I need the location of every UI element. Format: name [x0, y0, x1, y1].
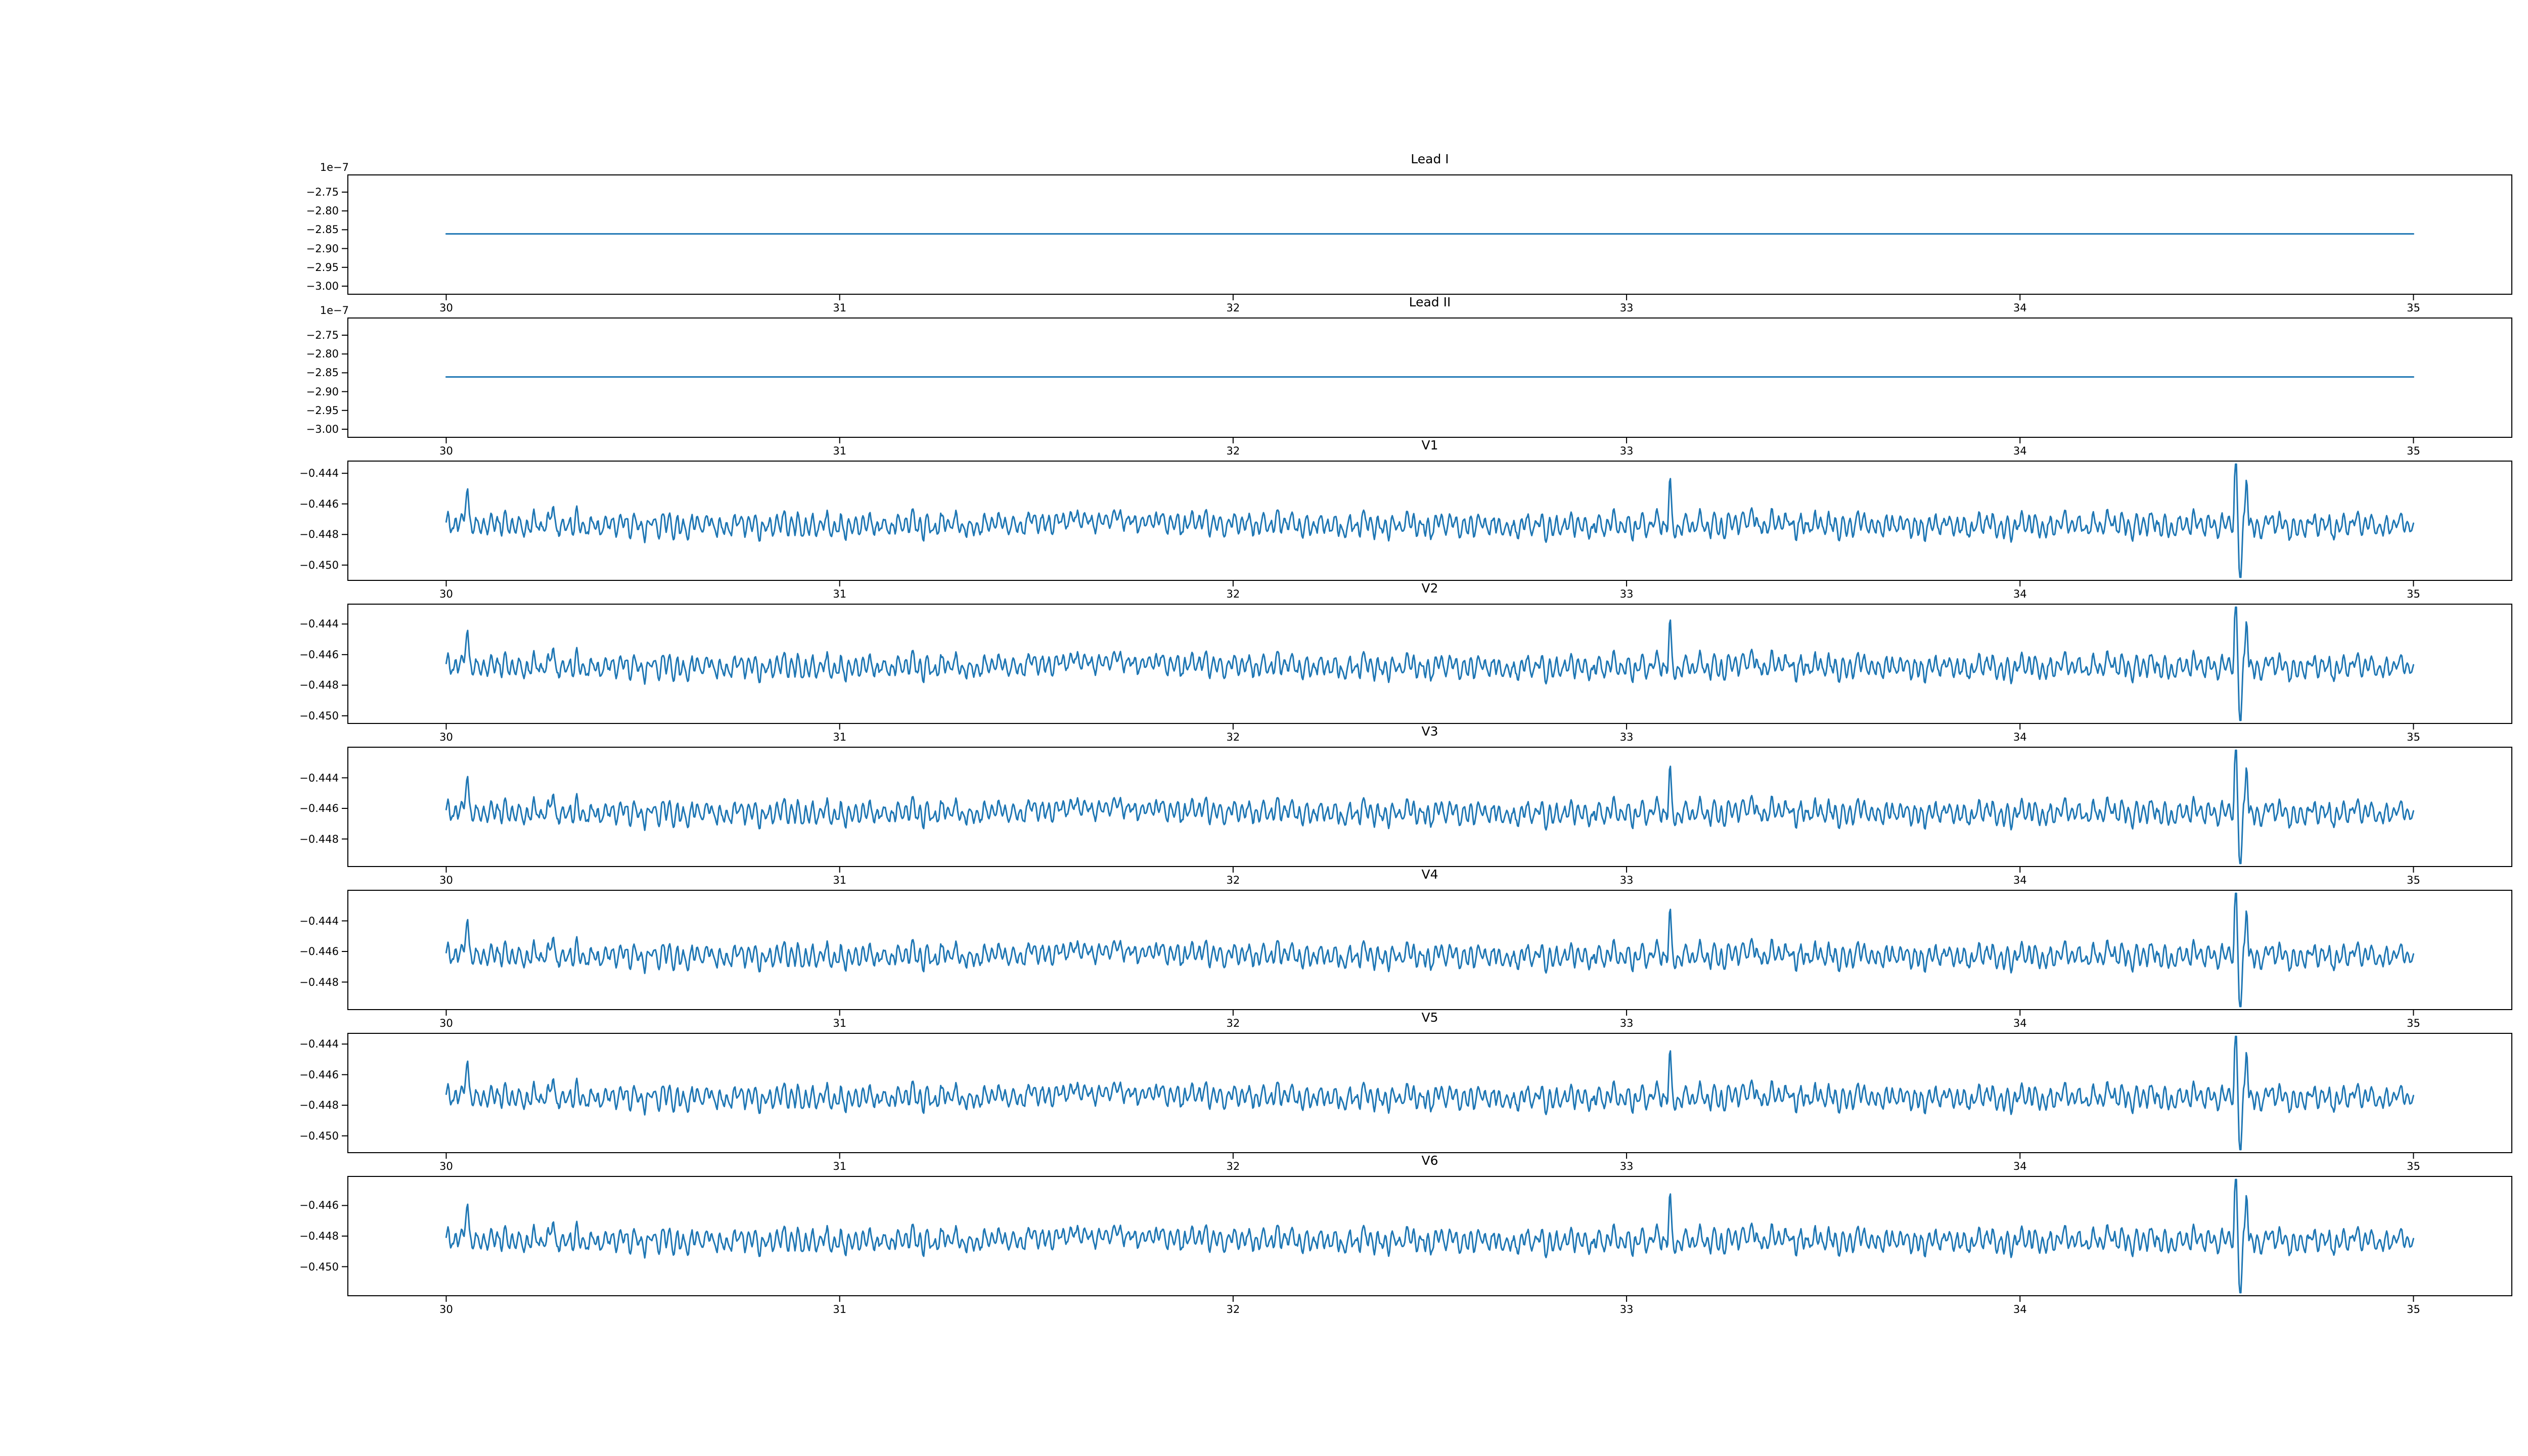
- subplot-title: Lead II: [1409, 295, 1451, 309]
- subplot-title: V4: [1421, 867, 1438, 882]
- y-tick-label: −2.75: [306, 186, 339, 198]
- y-tick-label: −0.446: [299, 802, 339, 815]
- plot-canvas: [342, 317, 2512, 443]
- waveform-line: [445, 892, 2414, 1008]
- y-tick-label: −0.444: [299, 1038, 339, 1051]
- y-tick-label: −0.446: [299, 945, 339, 958]
- y-tick-label: −3.00: [306, 280, 339, 292]
- x-tick-label: 31: [833, 1303, 847, 1315]
- y-tick-label: −2.85: [306, 367, 339, 379]
- subplot-title: V5: [1421, 1010, 1438, 1025]
- subplot-title: V1: [1421, 438, 1438, 452]
- y-tick-label: −0.448: [299, 1099, 339, 1112]
- x-tick-label: 35: [2407, 1303, 2420, 1315]
- plot-canvas: [342, 174, 2512, 300]
- subplot-title: V2: [1421, 581, 1438, 596]
- y-tick-label: −0.450: [299, 709, 339, 722]
- y-tick-label: −0.448: [299, 1230, 339, 1242]
- y-tick-label: −0.446: [299, 648, 339, 661]
- y-tick-label: −0.446: [299, 497, 339, 510]
- y-tick-label: −0.444: [299, 618, 339, 630]
- y-tick-label: −2.95: [306, 404, 339, 417]
- subplot-title: Lead I: [1411, 152, 1449, 166]
- y-tick-label: −2.80: [306, 205, 339, 217]
- y-tick-label: −0.446: [299, 1068, 339, 1081]
- y-tick-label: −2.85: [306, 223, 339, 236]
- x-tick-label: 33: [1619, 1303, 1634, 1315]
- plot-canvas: [342, 604, 2512, 730]
- y-tick-label: −0.448: [299, 679, 339, 692]
- x-tick-label: 30: [439, 1303, 453, 1315]
- subplot-title: V6: [1421, 1153, 1438, 1168]
- plot-canvas: [342, 461, 2512, 586]
- y-tick-label: −2.90: [306, 385, 339, 398]
- waveform-line: [445, 1178, 2414, 1294]
- y-tick-label: −3.00: [306, 423, 339, 435]
- plot-canvas: [342, 890, 2512, 1016]
- y-tick-label: −2.95: [306, 261, 339, 274]
- y-tick-label: −0.444: [299, 467, 339, 480]
- waveform-line: [445, 1035, 2414, 1151]
- ecg-multilead-figure: Lead I 1e−7 −2.75 −2.80 −2.85 −2.90 −2.95 −3.…: [0, 0, 2528, 1456]
- y-tick-label: −2.75: [306, 329, 339, 341]
- y-tick-label: −0.446: [299, 1199, 339, 1212]
- y-tick-label: −0.448: [299, 976, 339, 988]
- y-tick-label: −0.448: [299, 833, 339, 845]
- subplot-title: V3: [1421, 724, 1438, 739]
- y-tick-label: −0.448: [299, 528, 339, 541]
- y-tick-label: −2.80: [306, 348, 339, 360]
- y-tick-label: −0.450: [299, 1129, 339, 1142]
- waveform-line: [445, 606, 2414, 721]
- waveform-line: [445, 749, 2414, 864]
- y-tick-label: −0.450: [299, 1260, 339, 1273]
- plot-canvas: [342, 1033, 2512, 1159]
- y-tick-label: −0.444: [299, 771, 339, 784]
- plot-canvas: [342, 747, 2512, 873]
- y-tick-label: −0.450: [299, 559, 339, 571]
- y-tick-label: −0.444: [299, 915, 339, 927]
- x-tick-label: 32: [1226, 1303, 1240, 1315]
- y-tick-label: −2.90: [306, 242, 339, 255]
- waveform-line: [445, 463, 2414, 578]
- x-tick-label: 34: [2013, 1303, 2027, 1315]
- plot-canvas: [342, 1176, 2512, 1302]
